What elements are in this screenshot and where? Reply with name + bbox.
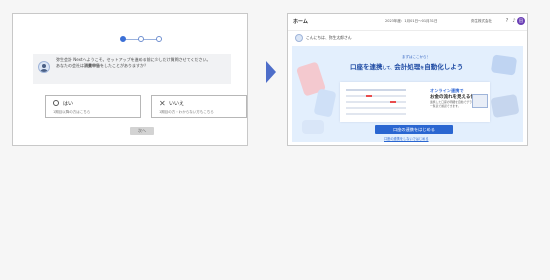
bank-link-banner: まずはここから！ 口座を連携して、会計処理を自動化しよう オンライン連携で お金… [292, 46, 523, 142]
choice-no-sub: 1期目の方・わからない方もこちら [159, 110, 214, 114]
skip-bank-link-link[interactable]: 口座の連携をしないではじめる [384, 136, 429, 141]
person-illustration-icon [472, 94, 488, 108]
statement-preview [346, 89, 406, 115]
wallet-illustration-icon [490, 54, 518, 76]
step-dot-2 [138, 36, 144, 42]
start-bank-link-button[interactable]: 口座の連携をはじめる [375, 125, 453, 134]
banner-headline: 口座を連携して、会計処理を自動化しよう [350, 63, 464, 71]
home-logo[interactable]: ホーム [293, 18, 308, 25]
home-panel: ホーム 2023年度：1月01日～01月31日 弥生株式会社 ? ♪ 田 こんに… [287, 13, 528, 146]
preview-card: オンライン連携で お金の流れを見える化！ 連携した口座の明細を自動でグラフや 一… [340, 82, 490, 122]
arrow-right-icon [266, 61, 276, 83]
setup-panel: 弥生会計 Nextへようこそ。セットアップを進める前に少しだけ質問させてください… [12, 13, 248, 146]
choice-no-label: いいえ [169, 101, 185, 107]
receipt-illustration-icon [313, 88, 337, 118]
assistant-avatar-icon [38, 61, 50, 73]
choice-yes-label: はい [63, 101, 74, 107]
choice-yes-button[interactable]: はい 1期目以降の方はこちら [45, 95, 141, 118]
step-indicator [120, 36, 162, 44]
fiscal-period[interactable]: 2023年度：1月01日～01月31日 [385, 19, 438, 24]
choice-yes-sub: 1期目以降の方はこちら [53, 110, 91, 114]
user-avatar-icon [295, 34, 303, 42]
online-link-note: 連携した口座の明細を自動でグラフや 一覧表で確認できます。 [430, 100, 478, 108]
next-button[interactable]: 次へ [130, 127, 154, 135]
cross-icon: ✕ [159, 99, 166, 108]
message-line-2: あなたの会社は消費申告をしたことがありますか？ [56, 63, 148, 68]
circle-icon [53, 100, 59, 108]
greeting-text: こんにちは、弥生太郎さん [306, 35, 352, 40]
step-dot-1 [120, 36, 126, 42]
user-avatar[interactable]: 田 [517, 17, 525, 25]
company-name[interactable]: 弥生株式会社 [471, 19, 492, 24]
setup-message: 弥生会計 Nextへようこそ。セットアップを進める前に少しだけ質問させてください… [56, 57, 210, 69]
choice-no-button[interactable]: ✕ いいえ 1期目の方・わからない方もこちら [151, 95, 247, 118]
laptop-illustration-icon [490, 93, 520, 119]
top-header: ホーム 2023年度：1月01日～01月31日 弥生株式会社 ? ♪ 田 [288, 14, 527, 31]
bank-illustration-icon [302, 120, 324, 134]
help-icon[interactable]: ? [504, 18, 510, 24]
banner-kicker: まずはここから！ [402, 55, 430, 59]
step-dot-3 [156, 36, 162, 42]
